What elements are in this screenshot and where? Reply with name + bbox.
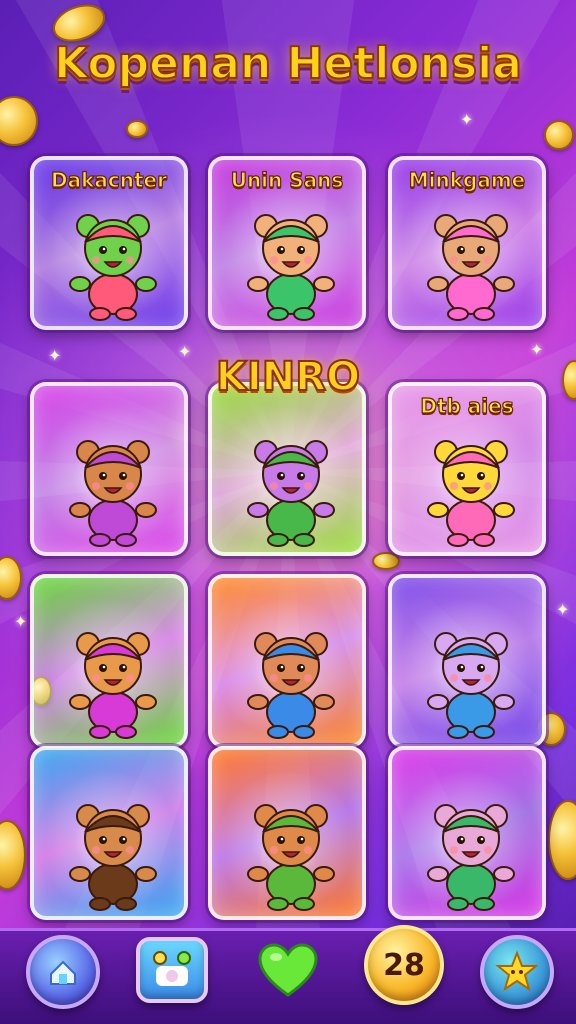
home-button[interactable]	[26, 935, 100, 1009]
card-label: Dakacnter	[50, 167, 167, 192]
sparkle-icon: ✦	[460, 110, 474, 129]
coin-decoration	[0, 556, 22, 600]
coin-decoration	[126, 120, 148, 138]
character-card-yellow-bear[interactable]: Dtb aies	[388, 382, 546, 556]
coin-count: 28	[383, 947, 425, 983]
shop-button[interactable]	[136, 937, 208, 1003]
hat-bear-green-character-icon	[247, 804, 335, 911]
sparkle-icon: ✦	[14, 612, 28, 631]
purple-creature-character-icon	[247, 440, 335, 547]
featured-label: KINRO	[215, 353, 361, 401]
coin-decoration	[0, 96, 38, 146]
character-card-overall-bear[interactable]	[208, 574, 366, 748]
favorites-star-button[interactable]	[480, 935, 554, 1009]
game-title: Kopenan Hetlonsia	[53, 37, 523, 90]
coin-decoration	[0, 820, 26, 890]
hat-bear-character-icon	[69, 632, 157, 739]
favorites-button[interactable]	[256, 939, 320, 1003]
character-card-purple-creature[interactable]	[208, 382, 366, 556]
character-card-hat-bear-green[interactable]	[208, 746, 366, 920]
puppy-character-icon	[69, 804, 157, 911]
coin-decoration	[372, 552, 400, 570]
heart-icon	[258, 943, 318, 997]
shop-basket-icon	[153, 951, 191, 986]
character-card-green-hair-kid[interactable]	[388, 746, 546, 920]
character-card-purple-bear[interactable]	[388, 574, 546, 748]
green-hair-kid-character-icon	[427, 804, 515, 911]
character-card-puppy[interactable]	[30, 746, 188, 920]
coin-decoration	[548, 800, 576, 880]
yellow-bear-character-icon	[427, 440, 515, 547]
character-card-boy[interactable]: Unin Sans	[208, 156, 366, 330]
character-card-bear-cap[interactable]	[30, 382, 188, 556]
bottom-nav-bar: 28	[0, 925, 576, 1024]
character-card-girl[interactable]: Minkgame	[388, 156, 546, 330]
purple-bear-character-icon	[427, 632, 515, 739]
card-label: Minkgame	[408, 167, 526, 192]
bear-cap-character-icon	[69, 440, 157, 547]
overall-bear-character-icon	[247, 632, 335, 739]
home-icon	[50, 960, 76, 985]
sparkle-icon: ✦	[556, 600, 570, 619]
star-icon	[495, 950, 539, 992]
boy-character-icon	[247, 214, 335, 321]
coin-counter[interactable]: 28	[364, 925, 444, 1005]
character-card-hat-bear[interactable]	[30, 574, 188, 748]
character-card-green-goblin[interactable]: Dakacnter	[30, 156, 188, 330]
card-label: Unin Sans	[230, 167, 344, 192]
girl-character-icon	[427, 214, 515, 321]
coin-decoration	[544, 120, 574, 150]
green-goblin-character-icon	[69, 214, 157, 321]
